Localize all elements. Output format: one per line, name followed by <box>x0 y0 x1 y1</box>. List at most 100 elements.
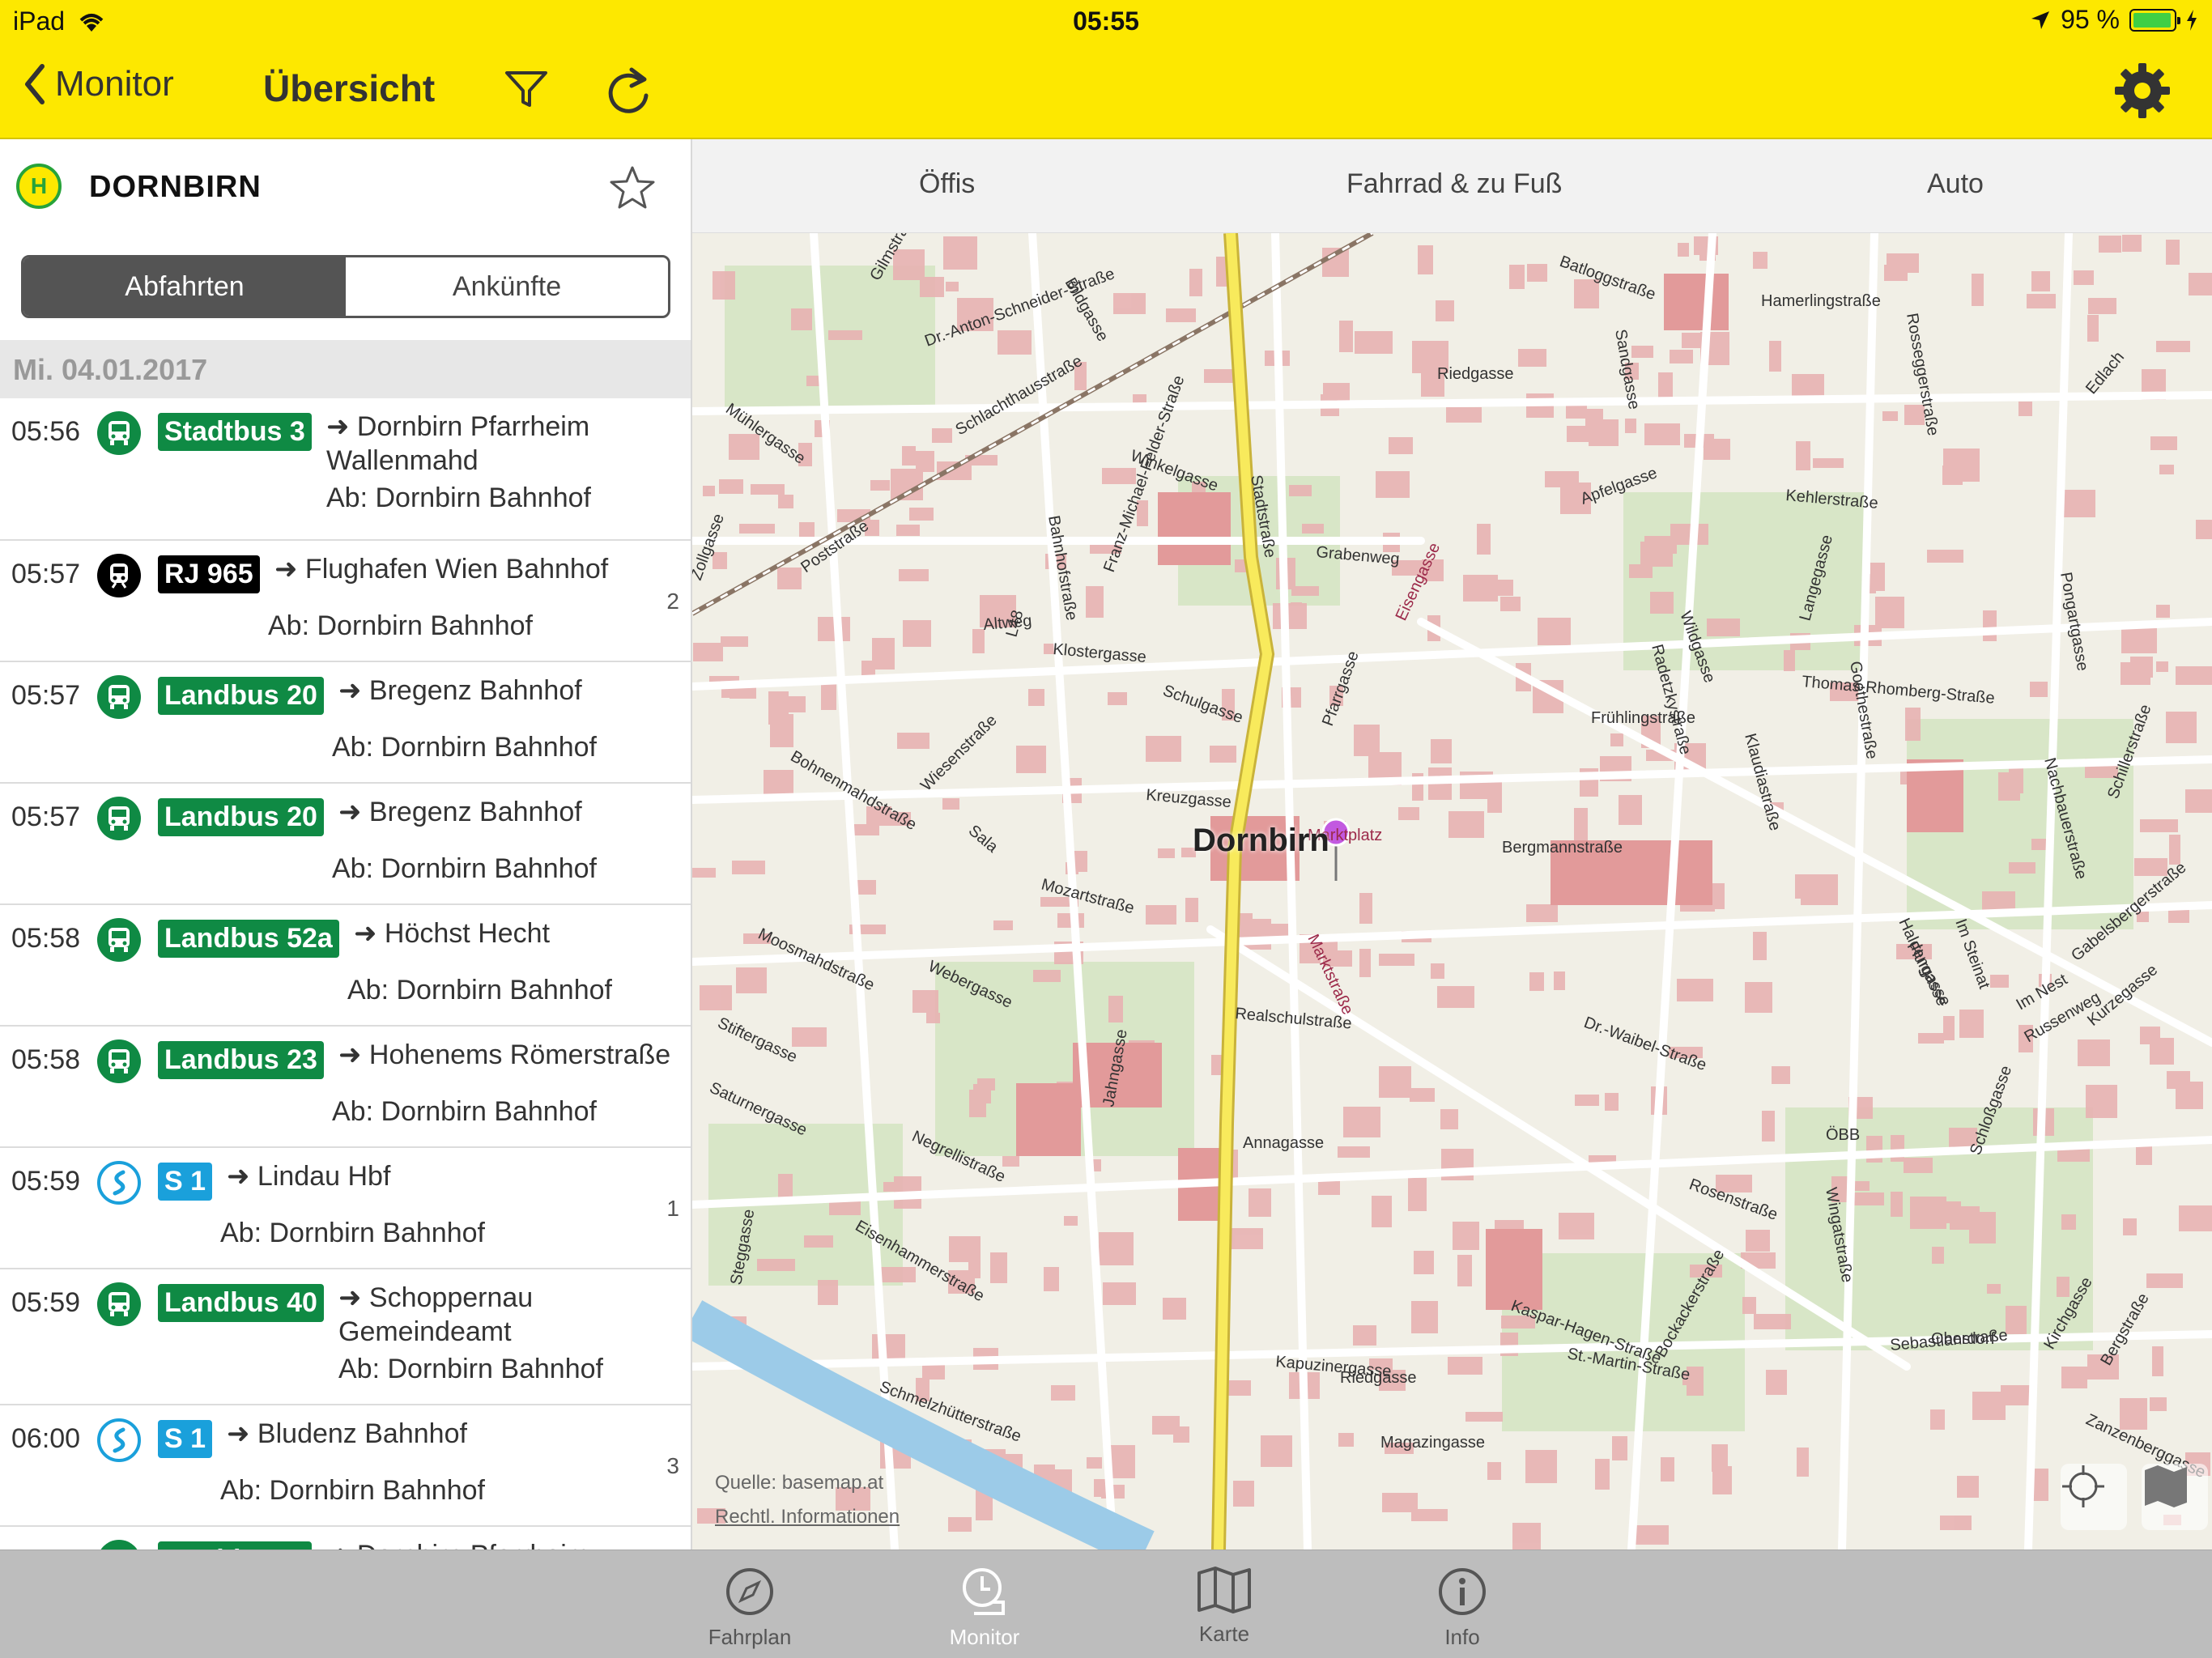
departure-row[interactable]: 06:01Stadtbus 3➜ Dornbirn Pfarrheim <box>0 1527 691 1550</box>
crosshair-icon <box>2062 1465 2104 1507</box>
map-building <box>792 1027 827 1047</box>
departure-row[interactable]: 05:57 Landbus 20 ➜ Bregenz Bahnhof Ab: Dorn… <box>0 662 691 784</box>
map-legal-link[interactable]: Rechtl. Informationen <box>715 1506 900 1528</box>
map-building <box>768 691 789 725</box>
map-building <box>2074 270 2094 285</box>
departure-time: 05:56 <box>11 416 81 447</box>
departure-row[interactable]: 06:00 S 1 ➜ Bludenz Bahnhof Ab: Dornbirn Ba… <box>0 1405 691 1527</box>
filter-button[interactable] <box>502 66 551 116</box>
map-street-label: Mozartstraße <box>1040 876 1136 918</box>
tab-fahrplan[interactable]: Fahrplan <box>669 1565 831 1650</box>
favorite-button[interactable] <box>609 165 656 215</box>
map-building <box>2185 789 2212 813</box>
tab-car[interactable]: Auto <box>1927 168 1984 200</box>
map-building <box>1972 1392 2006 1420</box>
map-building <box>1353 1325 1376 1346</box>
map-building <box>1359 893 1372 924</box>
map-building <box>1746 1230 1770 1252</box>
map-building <box>1408 1178 1427 1211</box>
departure-row[interactable]: 05:57 Landbus 20 ➜ Bregenz Bahnhof Ab: Dorn… <box>0 784 691 905</box>
departure-stop: Ab: Dornbirn Bahnhof <box>220 1218 485 1248</box>
map-building <box>1745 982 1772 1013</box>
back-button[interactable]: Monitor <box>23 63 174 105</box>
map-street-label: Magazingasse <box>1380 1434 1485 1452</box>
map-building <box>1261 1435 1292 1467</box>
map-building <box>1661 1457 1674 1482</box>
destination-line-1: ➜ Bregenz Bahnhof <box>338 797 582 827</box>
map-building <box>1905 708 1921 741</box>
tab-monitor[interactable]: Monitor <box>904 1565 1066 1650</box>
map-building <box>1753 252 1767 269</box>
map-building <box>1302 524 1324 534</box>
tab-info[interactable]: Info <box>1381 1565 1543 1650</box>
map-building <box>1457 1255 1472 1286</box>
departure-row[interactable]: 05:59 Landbus 40 ➜ Schoppernau Gemeindeamt A… <box>0 1269 691 1405</box>
tab-departures[interactable]: Abfahrten <box>23 257 346 316</box>
map-street-label: Klaudiastraße <box>1741 732 1784 833</box>
settings-button[interactable] <box>2113 62 2172 124</box>
map-building <box>2136 1145 2152 1165</box>
map-building <box>926 1013 940 1023</box>
map-building <box>2009 767 2023 793</box>
map-building <box>1338 1146 1370 1158</box>
bus-icon <box>97 918 141 962</box>
map-building <box>1033 970 1061 982</box>
map-building <box>1016 746 1046 773</box>
map-city-label: Dornbirn <box>1193 823 1329 858</box>
map-building <box>1526 904 1558 922</box>
destination-label: ➜ Lindau Hbf <box>227 1159 390 1193</box>
map-building <box>1990 975 2009 988</box>
map-building <box>1099 1232 1134 1265</box>
refresh-button[interactable] <box>602 63 653 121</box>
top-bar: iPad 05:55 95 % Monitor Übersicht <box>0 0 2212 139</box>
map-building <box>2152 1346 2163 1376</box>
map-building <box>909 508 934 521</box>
tab-karte[interactable]: Karte <box>1143 1565 1305 1647</box>
destination-label: ➜ Bregenz Bahnhof <box>338 674 582 708</box>
map-building <box>1797 1448 1809 1477</box>
map-building <box>1610 733 1623 746</box>
departure-stop: Ab: Dornbirn Bahnhof <box>332 1096 597 1127</box>
map-building <box>1644 423 1680 445</box>
tab-public-transport[interactable]: Öffis <box>919 168 975 200</box>
map-building <box>1707 619 1740 636</box>
map-building <box>692 868 716 878</box>
map-building <box>1414 1251 1434 1274</box>
map-view[interactable]: Stadtstraße Marktplatz Marktstraße Bergmann… <box>692 233 2212 1550</box>
map-building <box>2057 1277 2069 1297</box>
map-building <box>1249 1188 1271 1217</box>
map-building <box>1354 725 1380 756</box>
map-building <box>1658 372 1673 398</box>
tab-arrivals[interactable]: Ankünfte <box>346 257 668 316</box>
map-building <box>1158 848 1175 858</box>
map-building <box>1173 1426 1189 1443</box>
map-layers-button[interactable] <box>2142 1464 2208 1530</box>
departure-time: 05:59 <box>11 1166 81 1197</box>
tab-monitor-label: Monitor <box>949 1625 1020 1649</box>
line-badge: Stadtbus 3 <box>158 1541 312 1550</box>
departure-row[interactable]: 05:59 S 1 ➜ Lindau Hbf Ab: Dornbirn Bahnhof… <box>0 1148 691 1269</box>
departure-row[interactable]: 05:58 Landbus 23 ➜ Hohenems Römerstraße Ab:… <box>0 1027 691 1148</box>
map-building <box>1113 293 1146 314</box>
tab-bike-walk[interactable]: Fahrrad & zu Fuß <box>1346 168 1562 200</box>
map-building <box>1987 1284 2001 1294</box>
map-building <box>1754 1314 1791 1329</box>
departure-row[interactable]: 05:56 Stadtbus 3 ➜ Dornbirn Pfarrheim Walle… <box>0 398 691 541</box>
map-building <box>1418 245 1433 274</box>
map-street-label: ÖBB <box>1826 1126 1860 1144</box>
map-building <box>1318 1180 1340 1195</box>
map-building <box>1959 1010 1984 1038</box>
departure-row[interactable]: 05:58 Landbus 52a ➜ Höchst Hecht Ab: Dornbi… <box>0 905 691 1027</box>
map-building <box>1289 485 1312 496</box>
map-building <box>751 484 785 495</box>
bus-icon <box>97 797 141 840</box>
map-building <box>1002 1156 1019 1167</box>
map-building <box>1489 580 1513 596</box>
departure-row[interactable]: 05:57 RJ 965 ➜ Flughafen Wien Bahnhof Ab: D… <box>0 541 691 662</box>
line-badge: Landbus 40 <box>158 1284 324 1322</box>
tab-info-label: Info <box>1444 1625 1480 1649</box>
locate-button[interactable] <box>2061 1464 2127 1530</box>
map-building <box>1529 972 1544 991</box>
map-mode-tabs: Öffis Fahrrad & zu Fuß Auto <box>692 139 2212 233</box>
destination-line-2: Wallenmahd <box>326 445 479 476</box>
